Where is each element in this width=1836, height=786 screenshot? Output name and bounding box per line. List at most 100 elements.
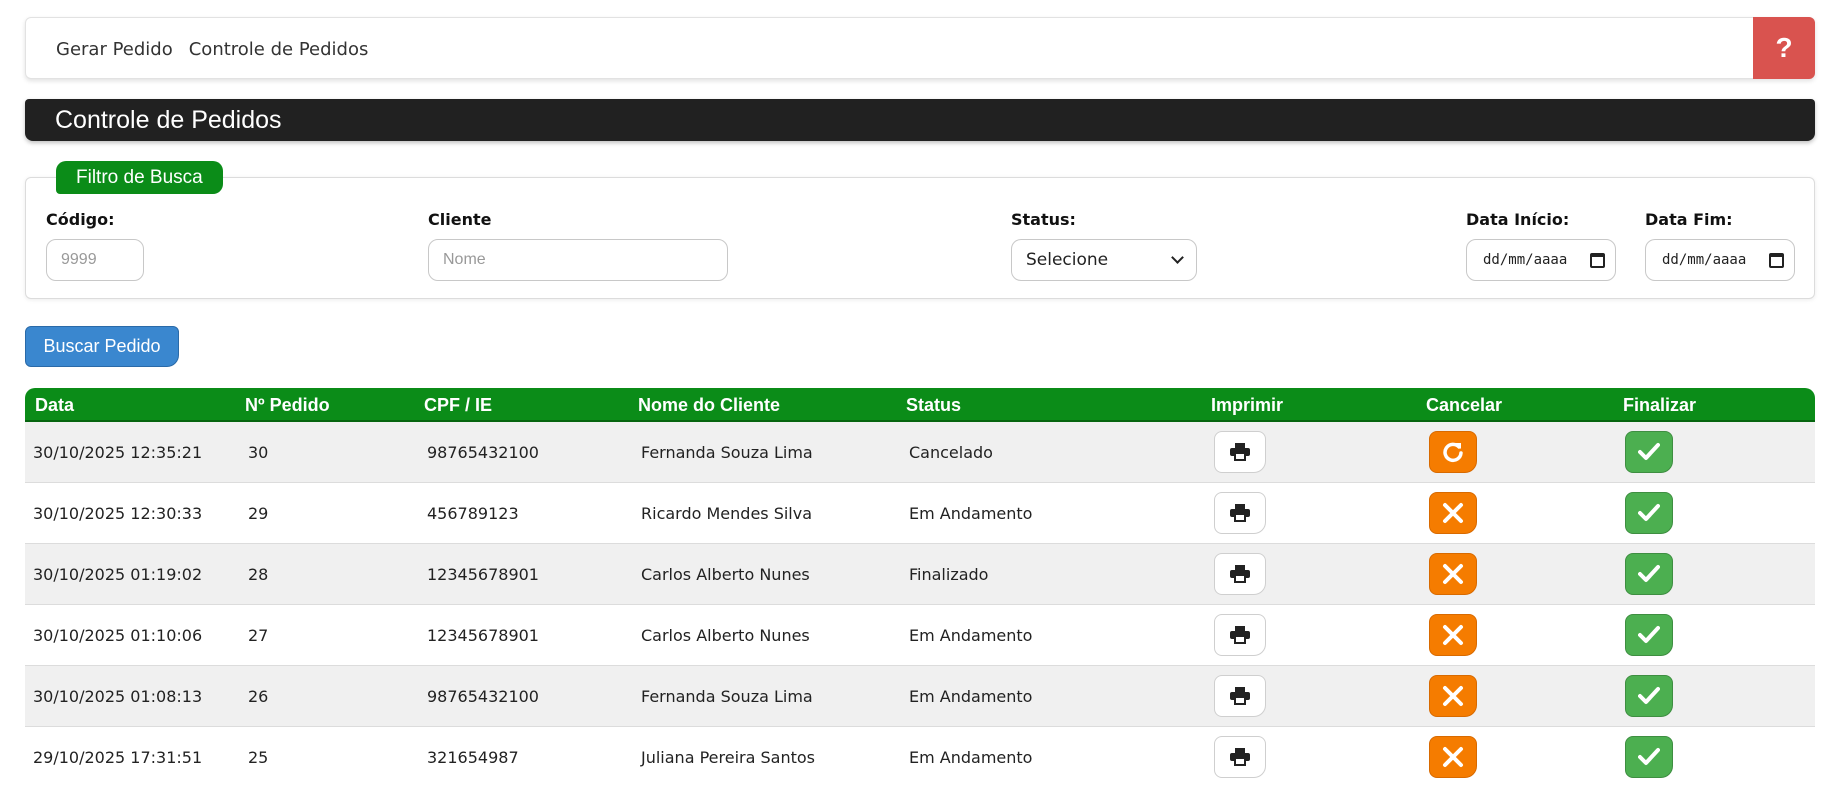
close-icon (1442, 685, 1464, 707)
cell-cliente: Juliana Pereira Santos (641, 748, 815, 767)
cell-pedido: 25 (248, 748, 269, 767)
printer-icon (1230, 565, 1250, 583)
header-pedido: Nº Pedido (245, 395, 330, 415)
cell-cpf: 98765432100 (427, 687, 539, 706)
cell-data: 30/10/2025 12:35:21 (33, 443, 203, 462)
cell-cpf: 321654987 (427, 748, 519, 767)
cancel-button[interactable] (1429, 675, 1477, 717)
cell-pedido: 27 (248, 626, 269, 645)
close-icon (1442, 746, 1464, 768)
cancel-button[interactable] (1429, 492, 1477, 534)
cliente-input[interactable]: Nome (428, 239, 728, 281)
filter-panel: Filtro de Busca Código: 9999 Cliente Nom… (25, 161, 1815, 299)
printer-icon (1230, 504, 1250, 522)
cell-status: Em Andamento (909, 626, 1033, 645)
finish-button[interactable] (1625, 553, 1673, 595)
header-cancelar: Cancelar (1426, 395, 1503, 415)
cell-cliente: Carlos Alberto Nunes (641, 626, 810, 645)
cell-data: 30/10/2025 12:30:33 (33, 504, 203, 523)
printer-icon (1230, 443, 1250, 461)
printer-icon (1230, 748, 1250, 766)
cell-status: Em Andamento (909, 687, 1033, 706)
cell-data: 30/10/2025 01:19:02 (33, 565, 203, 584)
codigo-input[interactable]: 9999 (46, 239, 144, 281)
cliente-field: Cliente Nome (428, 210, 728, 281)
print-button[interactable] (1214, 614, 1266, 656)
finish-button[interactable] (1625, 614, 1673, 656)
calendar-icon[interactable] (1769, 252, 1784, 268)
close-icon (1442, 624, 1464, 646)
check-icon (1638, 442, 1660, 462)
cell-pedido: 30 (248, 443, 269, 462)
cell-cliente: Fernanda Souza Lima (641, 687, 813, 706)
finish-button[interactable] (1625, 492, 1673, 534)
finish-button[interactable] (1625, 675, 1673, 717)
calendar-icon[interactable] (1590, 252, 1605, 268)
data-inicio-input[interactable]: dd/mm/aaaa (1466, 239, 1616, 281)
cell-cpf: 456789123 (427, 504, 519, 523)
cell-cpf: 98765432100 (427, 443, 539, 462)
printer-icon (1230, 687, 1250, 705)
cell-cpf: 12345678901 (427, 565, 539, 584)
header-imprimir: Imprimir (1211, 395, 1284, 415)
cell-data: 29/10/2025 17:31:51 (33, 748, 203, 767)
cell-cliente: Fernanda Souza Lima (641, 443, 813, 462)
status-field: Status: Selecione (1011, 210, 1197, 281)
data-fim-field: Data Fim: dd/mm/aaaa (1645, 210, 1795, 281)
cell-status: Em Andamento (909, 504, 1033, 523)
check-icon (1638, 564, 1660, 584)
table-row: 30/10/2025 12:30:33 29 456789123 Ricardo Me… (25, 483, 1815, 544)
orders-table: Data Nº Pedido CPF / IE Nome do Cliente … (25, 388, 1815, 786)
print-button[interactable] (1214, 492, 1266, 534)
page-title: Controle de Pedidos (55, 106, 282, 134)
cell-cliente: Carlos Alberto Nunes (641, 565, 810, 584)
page-header: Controle de Pedidos (25, 99, 1815, 141)
cell-data: 30/10/2025 01:10:06 (33, 626, 203, 645)
table-row: 29/10/2025 17:31:51 25 321654987 Juliana Pe… (25, 727, 1815, 786)
redo-icon (1442, 441, 1464, 463)
cliente-label: Cliente (428, 210, 492, 229)
cell-pedido: 28 (248, 565, 269, 584)
print-button[interactable] (1214, 431, 1266, 473)
table-row: 30/10/2025 12:35:21 30 98765432100 Fernanda… (25, 422, 1815, 483)
filter-legend: Filtro de Busca (56, 161, 223, 194)
cancel-button[interactable] (1429, 431, 1477, 473)
cancel-button[interactable] (1429, 736, 1477, 778)
cell-pedido: 26 (248, 687, 269, 706)
header-status: Status (906, 395, 962, 415)
finish-button[interactable] (1625, 736, 1673, 778)
printer-icon (1230, 626, 1250, 644)
check-icon (1638, 686, 1660, 706)
table-row: 30/10/2025 01:08:13 26 98765432100 Fernanda… (25, 666, 1815, 727)
print-button[interactable] (1214, 553, 1266, 595)
nav-link-gerar-pedido[interactable]: Gerar Pedido (56, 39, 173, 60)
data-inicio-field: Data Início: dd/mm/aaaa (1466, 210, 1616, 281)
header-cpf: CPF / IE (424, 395, 493, 415)
cell-pedido: 29 (248, 504, 269, 523)
header-data: Data (35, 395, 75, 415)
nav-link-controle-pedidos[interactable]: Controle de Pedidos (189, 39, 369, 60)
finish-button[interactable] (1625, 431, 1673, 473)
data-inicio-value: dd/mm/aaaa (1483, 252, 1568, 268)
search-button[interactable]: Buscar Pedido (25, 326, 179, 367)
status-select-value: Selecione (1026, 250, 1109, 270)
cell-status: Em Andamento (909, 748, 1033, 767)
cancel-button[interactable] (1429, 614, 1477, 656)
cell-cpf: 12345678901 (427, 626, 539, 645)
top-navbar: Gerar Pedido Controle de Pedidos ? (25, 17, 1815, 79)
status-select[interactable]: Selecione (1011, 239, 1197, 281)
help-button[interactable]: ? (1753, 17, 1815, 79)
print-button[interactable] (1214, 736, 1266, 778)
print-button[interactable] (1214, 675, 1266, 717)
cancel-button[interactable] (1429, 553, 1477, 595)
table-row: 30/10/2025 01:19:02 28 12345678901 Carlos A… (25, 544, 1815, 605)
table-header: Data Nº Pedido CPF / IE Nome do Cliente … (25, 388, 1815, 422)
chevron-down-icon (1171, 251, 1184, 264)
data-fim-input[interactable]: dd/mm/aaaa (1645, 239, 1795, 281)
cell-cliente: Ricardo Mendes Silva (641, 504, 813, 523)
check-icon (1638, 747, 1660, 767)
data-inicio-label: Data Início: (1466, 210, 1570, 229)
data-fim-value: dd/mm/aaaa (1662, 252, 1747, 268)
check-icon (1638, 625, 1660, 645)
cell-status: Finalizado (909, 565, 989, 584)
